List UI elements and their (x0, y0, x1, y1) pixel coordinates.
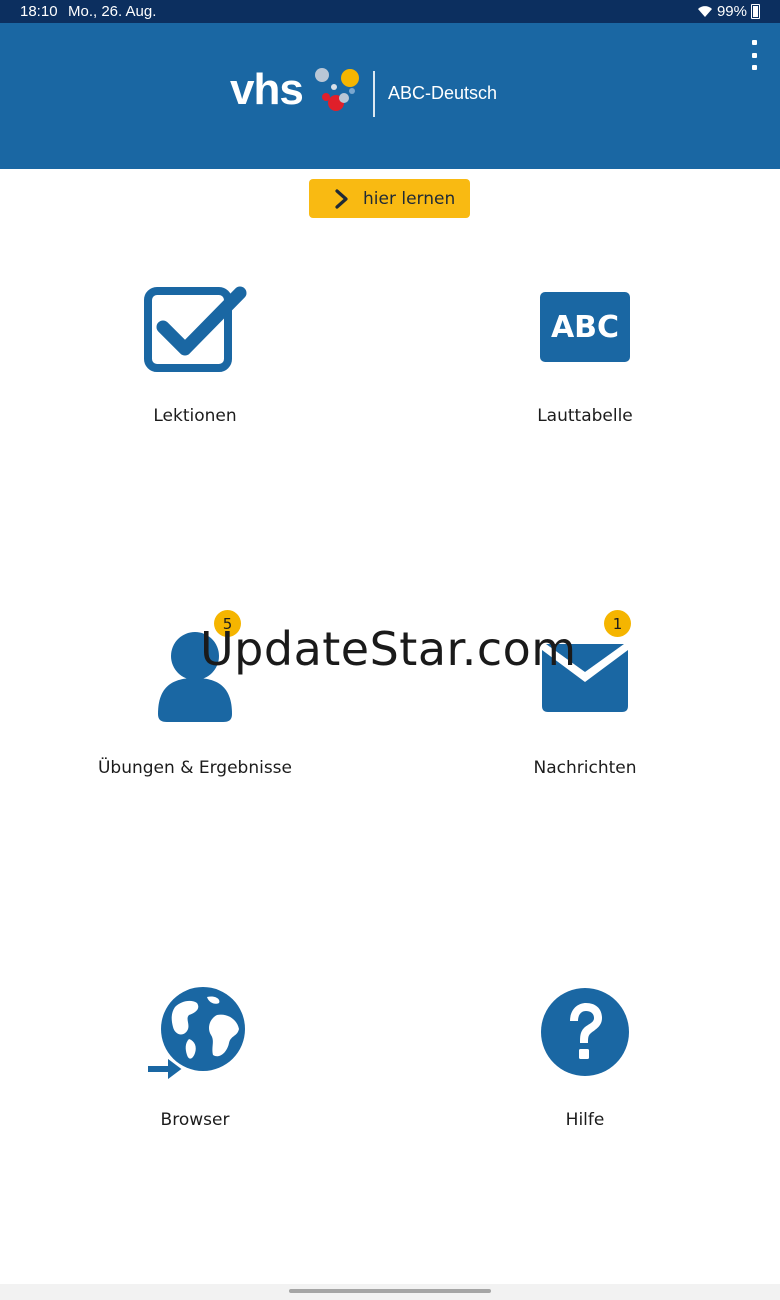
battery-icon (751, 4, 760, 19)
tile-browser[interactable]: Browser (45, 985, 345, 1155)
gesture-handle[interactable] (289, 1289, 491, 1293)
status-time: 18:10 (20, 3, 58, 20)
logo-text: vhs (230, 65, 304, 114)
tile-hilfe[interactable]: Hilfe (435, 985, 735, 1155)
tile-label: Nachrichten (533, 758, 637, 778)
globe-icon (146, 987, 245, 1083)
abc-icon-text: ABC (550, 309, 620, 345)
app-header: vhs ABC-Deutsch (0, 23, 780, 169)
navigation-bar (0, 1284, 780, 1300)
browser-icon-wrap (145, 985, 245, 1083)
tile-lauttabelle[interactable]: ABC Lauttabelle (435, 280, 735, 450)
tile-label: Lektionen (153, 406, 237, 426)
tile-label: Übungen & Ergebnisse (97, 758, 292, 778)
learn-button-label: hier lernen (363, 188, 456, 209)
tile-label: Browser (160, 1110, 230, 1130)
tile-label: Hilfe (565, 1110, 605, 1130)
checkbox-icon (144, 286, 247, 372)
help-icon (541, 988, 629, 1076)
hilfe-icon-wrap (540, 987, 630, 1077)
logo-divider (373, 71, 375, 117)
overflow-menu-button[interactable] (742, 40, 766, 70)
app-title: ABC-Deutsch (388, 83, 498, 103)
lektionen-icon-wrap (143, 283, 247, 373)
status-date: Mo., 26. Aug. (68, 3, 157, 20)
battery-level: 99% (716, 3, 747, 20)
logo-dots-icon (315, 68, 359, 111)
menu-icon (751, 40, 757, 45)
wifi-icon (697, 6, 712, 17)
status-bar: 18:10 Mo., 26. Aug. 99% (0, 0, 780, 23)
notification-badge: 1 (604, 610, 631, 637)
tile-label: Lauttabelle (537, 406, 633, 426)
abc-icon: ABC (540, 292, 630, 362)
status-right: 99% (697, 3, 760, 20)
chevron-right-icon (335, 188, 348, 209)
learn-button[interactable]: hier lernen (309, 179, 470, 218)
tile-lektionen[interactable]: Lektionen (45, 280, 345, 450)
watermark: UpdateStar.com (200, 622, 577, 676)
